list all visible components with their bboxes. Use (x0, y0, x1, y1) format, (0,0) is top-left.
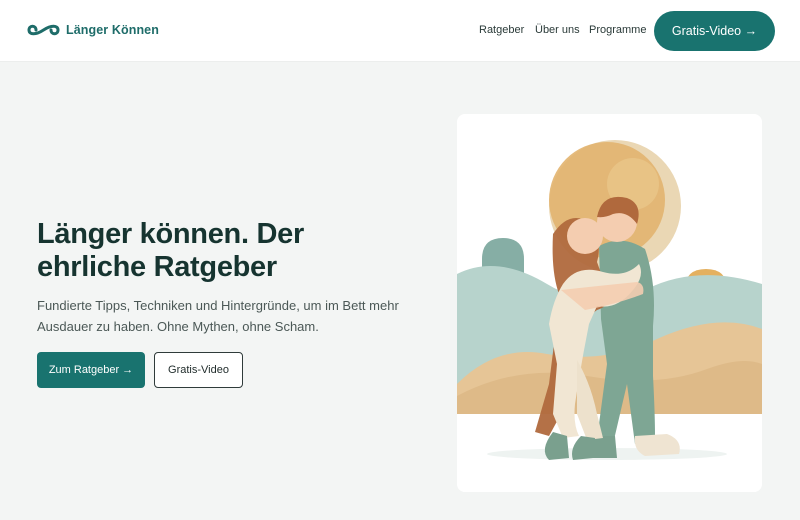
site-header: Länger Können Ratgeber Über uns Programm… (0, 0, 800, 62)
hero-illustration-card (457, 114, 762, 492)
brand-name: Länger Können (66, 23, 159, 37)
primary-cta-button[interactable]: Zum Ratgeber → (37, 352, 145, 388)
hero-subtitle: Fundierte Tipps, Techniken und Hintergrü… (37, 298, 399, 334)
hero-title: Länger können. Der ehrliche Ratgeber (37, 218, 304, 283)
nav-link-ueber-uns[interactable]: Über uns (535, 24, 580, 36)
header-cta-button[interactable]: Gratis-Video → (654, 11, 775, 51)
nav-link-ratgeber[interactable]: Ratgeber (479, 24, 524, 36)
secondary-cta-button[interactable]: Gratis-Video (154, 352, 243, 388)
infinity-icon (27, 21, 60, 39)
brand-logo[interactable]: Länger Können (27, 21, 159, 39)
embracing-couple-illustration (457, 140, 762, 492)
nav-link-programme[interactable]: Programme (589, 24, 646, 36)
